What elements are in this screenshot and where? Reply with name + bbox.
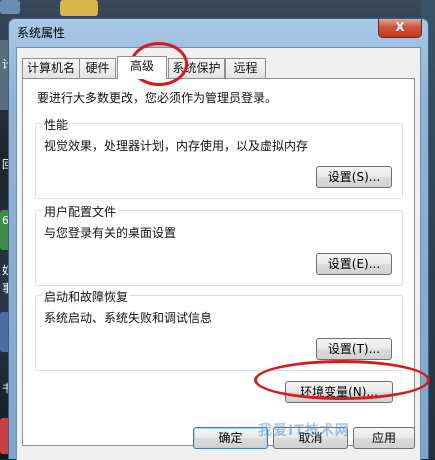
performance-group: 性能 视觉效果，处理器计划，内存使用，以及虚拟内存 设置(S)... xyxy=(35,116,403,199)
close-icon: X xyxy=(395,20,405,34)
watermark: 我爱IT技术网 xyxy=(258,423,350,439)
tab-advanced[interactable]: 高级 xyxy=(117,56,167,79)
apply-button[interactable]: 应用 xyxy=(353,427,415,449)
user-profiles-group: 用户配置文件 与您登录有关的桌面设置 设置(E)... xyxy=(35,203,403,286)
performance-settings-button[interactable]: 设置(S)... xyxy=(316,166,392,188)
group-description: 与您登录有关的桌面设置 xyxy=(44,226,177,240)
admin-notice: 要进行大多数更改，您必须作为管理员登录。 xyxy=(37,91,278,105)
group-title: 用户配置文件 xyxy=(42,203,119,220)
tab-computer-name[interactable]: 计算机名 xyxy=(22,58,80,78)
annotation-ellipse-env-button xyxy=(254,360,430,400)
window-title: 系统属性 xyxy=(17,26,66,40)
ok-button[interactable]: 确定 xyxy=(193,427,268,449)
title-bar[interactable]: 系统属性 X xyxy=(9,19,428,47)
tab-remote[interactable]: 远程 xyxy=(225,58,266,78)
group-title: 启动和故障恢复 xyxy=(42,288,131,305)
user-profiles-settings-button[interactable]: 设置(E)... xyxy=(316,253,392,275)
group-description: 视觉效果，处理器计划，内存使用，以及虚拟内存 xyxy=(44,139,309,153)
tab-hardware[interactable]: 硬件 xyxy=(79,58,116,78)
desktop-folder-icon[interactable] xyxy=(60,0,98,16)
close-button[interactable]: X xyxy=(378,19,422,38)
desktop-shortcut-icon[interactable] xyxy=(0,0,20,14)
group-description: 系统启动、系统失败和调试信息 xyxy=(44,311,213,325)
startup-recovery-settings-button[interactable]: 设置(T)... xyxy=(316,338,392,360)
group-title: 性能 xyxy=(42,116,71,133)
